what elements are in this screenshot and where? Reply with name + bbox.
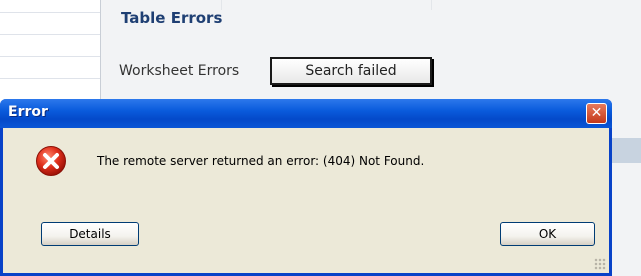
details-button[interactable]: Details	[41, 222, 139, 246]
section-title: Table Errors	[121, 9, 223, 27]
error-dialog: Error ✕ The remote server returned an er…	[0, 99, 612, 276]
grid-line	[0, 34, 100, 35]
error-icon	[36, 146, 66, 176]
panel-band	[610, 138, 641, 163]
close-icon: ✕	[590, 105, 603, 121]
grid-line	[0, 56, 100, 57]
close-button[interactable]: ✕	[586, 103, 607, 124]
dialog-title: Error	[8, 104, 48, 120]
error-message: The remote server returned an error: (40…	[97, 154, 425, 168]
grid-line	[0, 12, 100, 13]
resize-grip-icon[interactable]	[594, 258, 606, 270]
ok-button[interactable]: OK	[500, 222, 595, 246]
worksheet-errors-label: Worksheet Errors	[119, 63, 240, 79]
grid-line	[431, 0, 432, 10]
search-failed-button[interactable]: Search failed	[270, 57, 432, 85]
dialog-titlebar[interactable]: Error ✕	[0, 99, 612, 128]
grid-line	[0, 78, 100, 79]
